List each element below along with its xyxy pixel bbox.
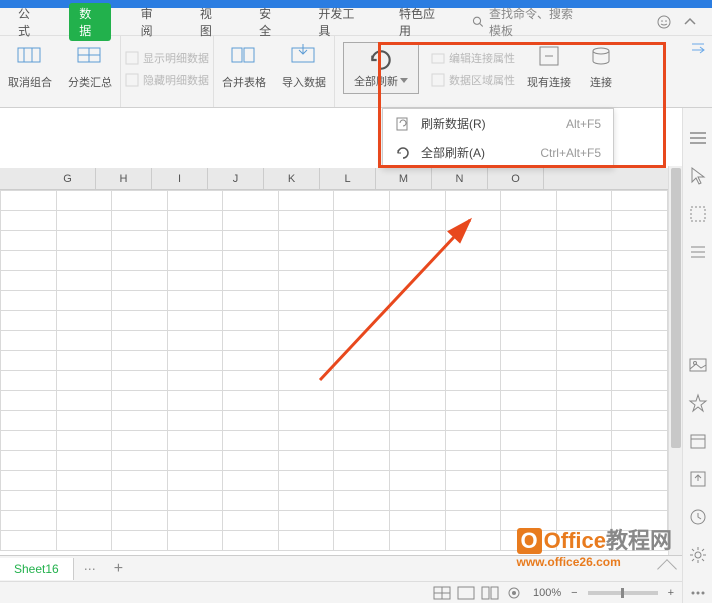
data-region-label: 数据区域属性 (449, 72, 515, 88)
data-region-icon (431, 73, 445, 87)
collapse-ribbon-icon[interactable] (682, 14, 698, 30)
zoom-out-button[interactable]: − (571, 587, 577, 599)
col-header[interactable]: G (40, 168, 96, 189)
data-region-button[interactable]: 数据区域属性 (431, 72, 515, 88)
edit-conn-icon (431, 51, 445, 65)
merge-icon (230, 44, 258, 68)
sheet-more[interactable]: ⋯ (74, 562, 106, 576)
chevron-down-icon (400, 78, 408, 84)
dropdown-shortcut: Ctrl+Alt+F5 (540, 146, 601, 160)
merge-button[interactable]: 合并表格 (214, 36, 274, 107)
view-break-icon[interactable] (481, 586, 499, 600)
col-header[interactable]: M (376, 168, 432, 189)
watermark-url: www.office26.com (517, 555, 673, 569)
view-normal-icon[interactable] (433, 586, 451, 600)
hamburger-icon[interactable] (688, 128, 708, 148)
search-icon (472, 15, 483, 28)
zoom-in-button[interactable]: + (668, 587, 674, 599)
watermark-suffix: 教程网 (606, 528, 672, 553)
merge-label: 合并表格 (222, 74, 266, 90)
search-group[interactable]: 查找命令、搜索模板 (472, 5, 635, 39)
show-detail-label: 显示明细数据 (143, 50, 209, 66)
refresh-circle-icon (395, 145, 411, 161)
ungroup-label: 取消组合 (8, 74, 52, 90)
col-header[interactable]: O (488, 168, 544, 189)
spreadsheet-grid[interactable] (0, 190, 668, 555)
watermark: OOffice教程网 www.office26.com (517, 523, 673, 569)
edit-conn-label: 编辑连接属性 (449, 50, 515, 66)
sheet-tab[interactable]: Sheet16 (0, 558, 74, 580)
subtotal-button[interactable]: 分类汇总 (60, 36, 121, 107)
col-header[interactable]: K (264, 168, 320, 189)
status-bar: 100% − + (0, 581, 682, 603)
col-header[interactable]: N (432, 168, 488, 189)
clock-icon[interactable] (688, 507, 708, 527)
star-icon[interactable] (688, 393, 708, 413)
existing-conn-button[interactable]: 现有连接 (519, 36, 579, 107)
connect-button[interactable]: 连接 (579, 36, 623, 107)
menu-tabs: 公式 数据 审阅 视图 安全 开发工具 特色应用 查找命令、搜索模板 (0, 8, 712, 36)
add-sheet-button[interactable]: + (106, 560, 131, 578)
refresh-dropdown: 刷新数据(R) Alt+F5 全部刷新(A) Ctrl+Alt+F5 (382, 108, 614, 168)
hide-detail-label: 隐藏明细数据 (143, 72, 209, 88)
detail-group: 显示明细数据 隐藏明细数据 (121, 36, 214, 107)
dropdown-item-label: 刷新数据(R) (421, 115, 486, 132)
refresh-icon (368, 47, 394, 73)
existing-conn-label: 现有连接 (527, 74, 571, 90)
col-header[interactable]: H (96, 168, 152, 189)
dropdown-refresh-data[interactable]: 刷新数据(R) Alt+F5 (383, 109, 613, 138)
col-header[interactable]: J (208, 168, 264, 189)
column-headers-row: G H I J K L M N O (0, 168, 668, 190)
smiley-icon[interactable] (656, 14, 672, 30)
side-panel (682, 108, 712, 603)
import-icon (290, 44, 318, 68)
edit-conn-button[interactable]: 编辑连接属性 (431, 50, 515, 66)
zoom-level[interactable]: 100% (533, 587, 561, 599)
zoom-slider[interactable] (588, 591, 658, 595)
hide-detail-button[interactable]: 隐藏明细数据 (125, 72, 209, 88)
conn-group: 编辑连接属性 数据区域属性 (427, 36, 519, 107)
expand-pane-icon[interactable] (690, 42, 706, 58)
connect-icon (589, 44, 613, 68)
scrollbar-thumb[interactable] (671, 168, 681, 448)
col-header[interactable]: I (152, 168, 208, 189)
ungroup-button[interactable]: 取消组合 (0, 36, 60, 107)
more-icon[interactable] (688, 583, 708, 603)
view-reader-icon[interactable] (505, 586, 523, 600)
calendar-icon[interactable] (688, 431, 708, 451)
hide-detail-icon (125, 73, 139, 87)
cursor-icon[interactable] (688, 166, 708, 186)
share-icon[interactable] (688, 469, 708, 489)
col-header[interactable]: L (320, 168, 376, 189)
properties-icon[interactable] (688, 242, 708, 262)
watermark-brand: Office (544, 528, 606, 553)
import-button[interactable]: 导入数据 (274, 36, 335, 107)
refresh-all-button[interactable]: 全部刷新 (335, 36, 427, 107)
tab-data[interactable]: 数据 (69, 3, 110, 41)
dropdown-shortcut: Alt+F5 (566, 117, 601, 131)
refresh-page-icon (395, 116, 411, 132)
search-placeholder: 查找命令、搜索模板 (489, 5, 584, 39)
view-page-icon[interactable] (457, 586, 475, 600)
ribbon-toolbar: 取消组合 分类汇总 显示明细数据 隐藏明细数据 合并表格 导入数据 全部刷新 编… (0, 36, 712, 108)
connect-label: 连接 (590, 74, 612, 90)
refresh-all-label: 全部刷新 (354, 73, 398, 89)
show-detail-icon (125, 51, 139, 65)
dropdown-item-label: 全部刷新(A) (421, 144, 485, 161)
select-icon[interactable] (688, 204, 708, 224)
subtotal-icon (76, 44, 104, 68)
subtotal-label: 分类汇总 (68, 74, 112, 90)
image-icon[interactable] (688, 355, 708, 375)
show-detail-button[interactable]: 显示明细数据 (125, 50, 209, 66)
existing-conn-icon (537, 44, 561, 68)
vertical-scrollbar[interactable] (668, 166, 682, 559)
import-label: 导入数据 (282, 74, 326, 90)
ungroup-icon (16, 44, 44, 68)
settings-icon[interactable] (688, 545, 708, 565)
dropdown-refresh-all[interactable]: 全部刷新(A) Ctrl+Alt+F5 (383, 138, 613, 167)
